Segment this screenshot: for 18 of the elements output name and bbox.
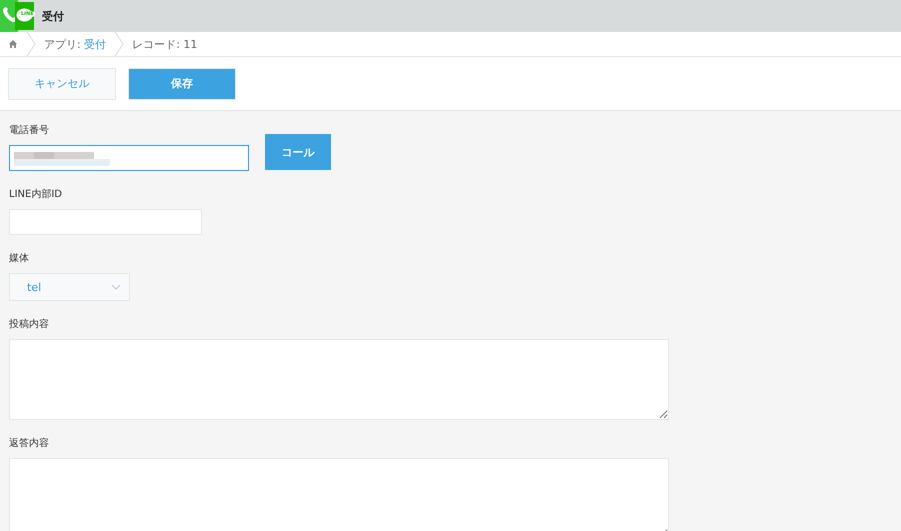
phone-field[interactable] <box>9 145 249 171</box>
dropdown[interactable]: tel <box>9 273 130 301</box>
field-label: LINE内部ID <box>9 188 62 201</box>
call-button[interactable]: コール <box>265 134 331 170</box>
cancel-button[interactable]: キャンセル <box>8 68 116 100</box>
field-label: 媒体 <box>9 252 29 265</box>
chevron-down-icon <box>111 284 121 290</box>
app-title: 受付 <box>42 8 64 24</box>
home-icon[interactable] <box>8 39 18 49</box>
field-label: 電話番号 <box>9 124 49 137</box>
breadcrumb-item: レコード: 11 <box>132 36 198 52</box>
field-label: 投稿内容 <box>9 318 49 331</box>
field-label: 返答内容 <box>9 436 49 450</box>
text-area[interactable] <box>9 458 669 531</box>
save-button[interactable]: 保存 <box>128 68 236 100</box>
text-area[interactable] <box>9 339 669 420</box>
breadcrumb-item[interactable]: アプリ: 受付 <box>44 36 106 52</box>
input-field[interactable] <box>9 209 202 235</box>
